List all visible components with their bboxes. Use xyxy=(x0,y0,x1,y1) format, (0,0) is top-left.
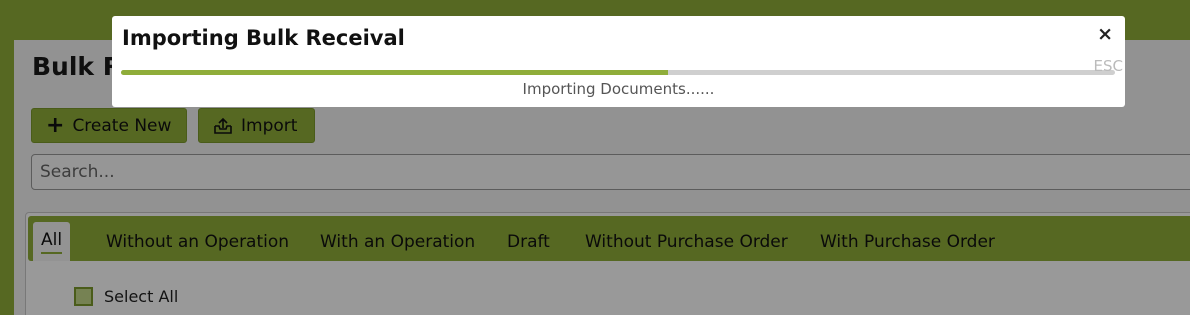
import-progress-dialog: Importing Bulk Receival × ESC Importing … xyxy=(112,16,1125,107)
progress-bar xyxy=(121,70,1115,75)
esc-hint: ESC xyxy=(1093,57,1123,75)
progress-status-text: Importing Documents...... xyxy=(522,80,715,98)
dialog-title: Importing Bulk Receival xyxy=(122,26,405,50)
close-icon[interactable]: × xyxy=(1097,25,1113,44)
progress-bar-fill xyxy=(121,70,668,75)
